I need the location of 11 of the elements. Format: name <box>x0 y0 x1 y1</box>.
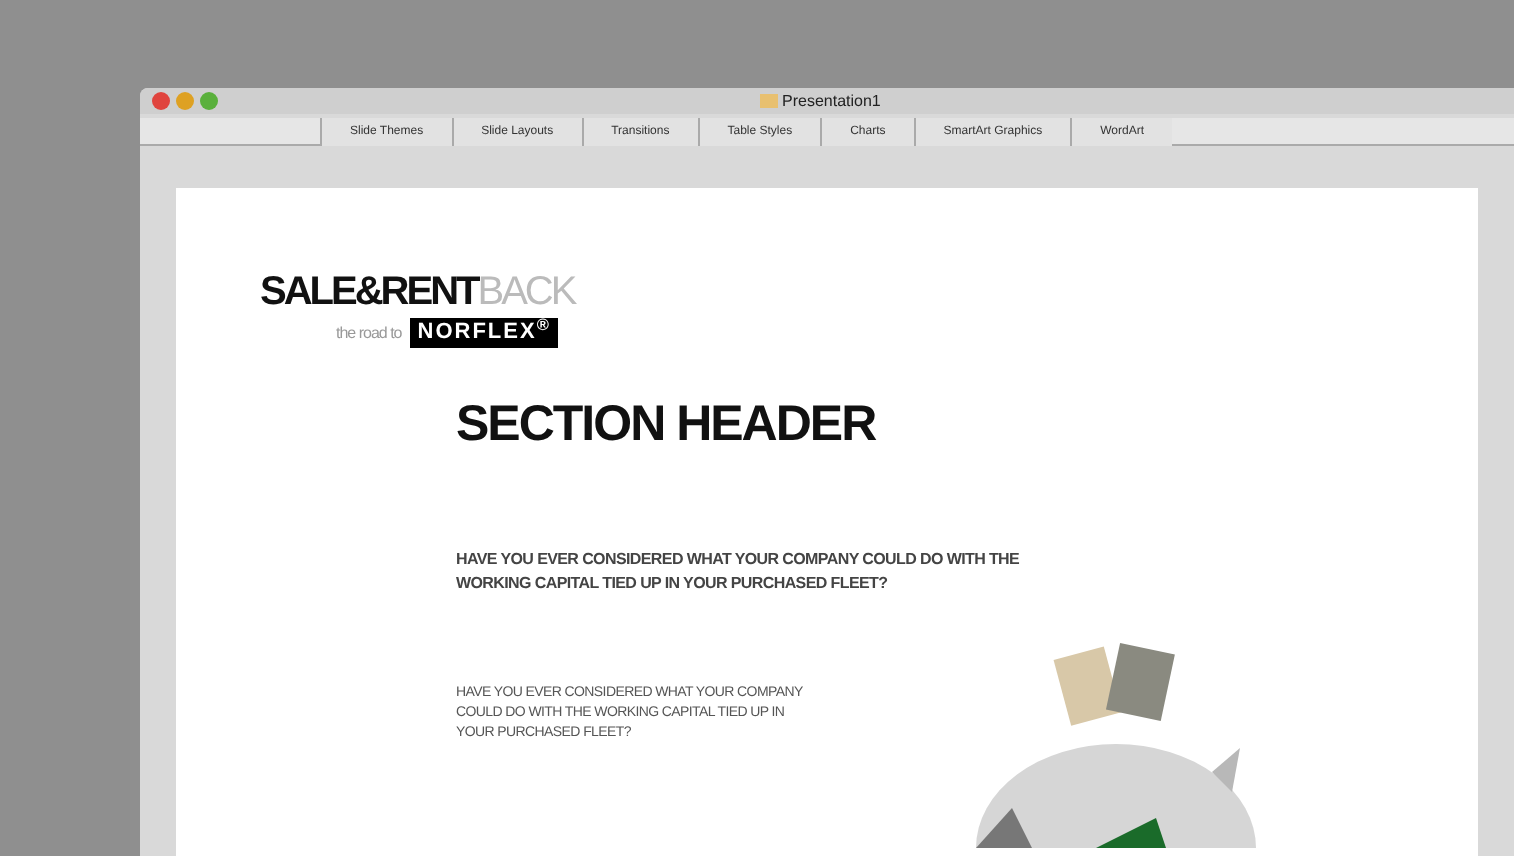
slide-title: SECTION HEADER <box>456 400 876 450</box>
logo-tagline: the road to <box>336 321 402 345</box>
brand-logo: NORFLEX$^{®}$ <box>409 318 559 348</box>
logo-text: BACK <box>477 272 575 312</box>
zoom-button[interactable] <box>200 92 218 110</box>
close-button[interactable] <box>152 92 170 110</box>
window-title: Presentation1 <box>782 93 881 109</box>
minimize-button[interactable] <box>176 92 194 110</box>
document-icon <box>760 94 778 108</box>
slide-paragraph: HAVE YOU EVER CONSIDERED WHAT YOUR COMPANY COULD DO WITH THE WORKING CAPITAL TIED UP IN YOUR PURCHASED FLEET? <box>456 548 1022 596</box>
logo-text: SALE&RENT <box>260 272 478 312</box>
